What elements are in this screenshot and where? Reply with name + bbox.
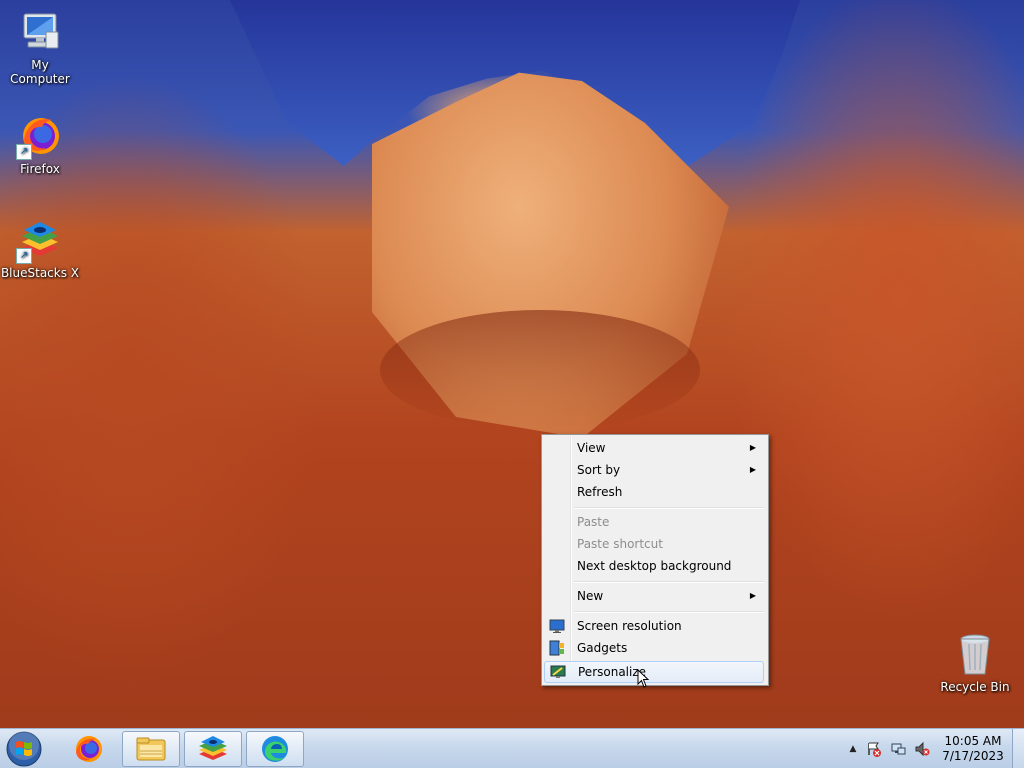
desktop-icon-my-computer[interactable]: My Computer xyxy=(0,8,80,86)
submenu-arrow-icon: ▶ xyxy=(749,465,756,474)
menu-separator xyxy=(574,611,764,613)
desktop-icon-label: BlueStacks X xyxy=(0,266,80,280)
gadgets-icon xyxy=(549,640,565,656)
menu-item-paste[interactable]: Paste xyxy=(544,511,764,533)
taskbar-edge-button[interactable] xyxy=(246,731,304,767)
menu-item-screen-resolution[interactable]: Screen resolution xyxy=(544,615,764,637)
clock-date: 7/17/2023 xyxy=(942,749,1004,763)
shortcut-arrow-icon: ↗ xyxy=(16,144,32,160)
menu-item-personalize[interactable]: Personalize xyxy=(544,661,764,683)
windows-logo-icon xyxy=(6,730,42,767)
firefox-icon xyxy=(76,736,102,762)
submenu-arrow-icon: ▶ xyxy=(749,443,756,452)
menu-item-paste-shortcut[interactable]: Paste shortcut xyxy=(544,533,764,555)
desktop-icon-bluestacks[interactable]: ↗ BlueStacks X xyxy=(0,216,80,280)
show-hidden-icons-button[interactable]: ▲ xyxy=(845,741,861,757)
menu-item-gadgets[interactable]: Gadgets xyxy=(544,637,764,659)
taskbar-bluestacks-button[interactable] xyxy=(184,731,242,767)
folder-icon xyxy=(136,737,166,761)
desktop-icon-firefox[interactable]: ↗ Firefox xyxy=(0,112,80,176)
taskbar-clock[interactable]: 10:05 AM 7/17/2023 xyxy=(938,734,1008,764)
desktop-icon-label: Recycle Bin xyxy=(940,680,1010,694)
menu-item-next-desktop-background[interactable]: Next desktop background xyxy=(544,555,764,577)
bluestacks-icon: ↗ xyxy=(16,216,64,264)
shortcut-arrow-icon: ↗ xyxy=(16,248,32,264)
action-center-icon[interactable] xyxy=(866,741,882,757)
computer-icon xyxy=(16,8,64,56)
menu-item-new[interactable]: New ▶ xyxy=(544,585,764,607)
taskbar-firefox-button[interactable] xyxy=(60,731,118,767)
desktop-context-menu: View ▶ Sort by ▶ Refresh Paste Paste sho… xyxy=(541,434,769,686)
menu-item-sort-by[interactable]: Sort by ▶ xyxy=(544,459,764,481)
menu-separator xyxy=(574,581,764,583)
edge-icon xyxy=(262,736,288,762)
submenu-arrow-icon: ▶ xyxy=(749,591,756,600)
network-icon[interactable] xyxy=(890,741,906,757)
firefox-icon: ↗ xyxy=(16,112,64,160)
monitor-icon xyxy=(549,618,565,634)
desktop-icon-label: My Computer xyxy=(10,58,70,86)
personalize-icon xyxy=(550,664,566,680)
menu-item-view[interactable]: View ▶ xyxy=(544,437,764,459)
taskbar-file-explorer-button[interactable] xyxy=(122,731,180,767)
wallpaper-shadow xyxy=(380,310,700,430)
desktop-icon-recycle-bin[interactable]: Recycle Bin xyxy=(935,630,1015,694)
taskbar: ▲ 10:05 AM 7/17/2023 xyxy=(0,728,1024,768)
menu-item-refresh[interactable]: Refresh xyxy=(544,481,764,503)
start-button[interactable] xyxy=(4,730,44,768)
desktop-icon-label: Firefox xyxy=(20,162,60,176)
mouse-cursor-icon xyxy=(637,668,650,689)
menu-separator xyxy=(574,507,764,509)
show-desktop-button[interactable] xyxy=(1012,729,1024,768)
volume-muted-icon[interactable] xyxy=(914,741,930,757)
clock-time: 10:05 AM xyxy=(944,734,1002,748)
bluestacks-icon xyxy=(199,736,227,760)
desktop-background[interactable]: My Computer ↗ Firefox ↗ BlueStacks X Rec… xyxy=(0,0,1024,728)
recycle-bin-icon xyxy=(951,630,999,678)
